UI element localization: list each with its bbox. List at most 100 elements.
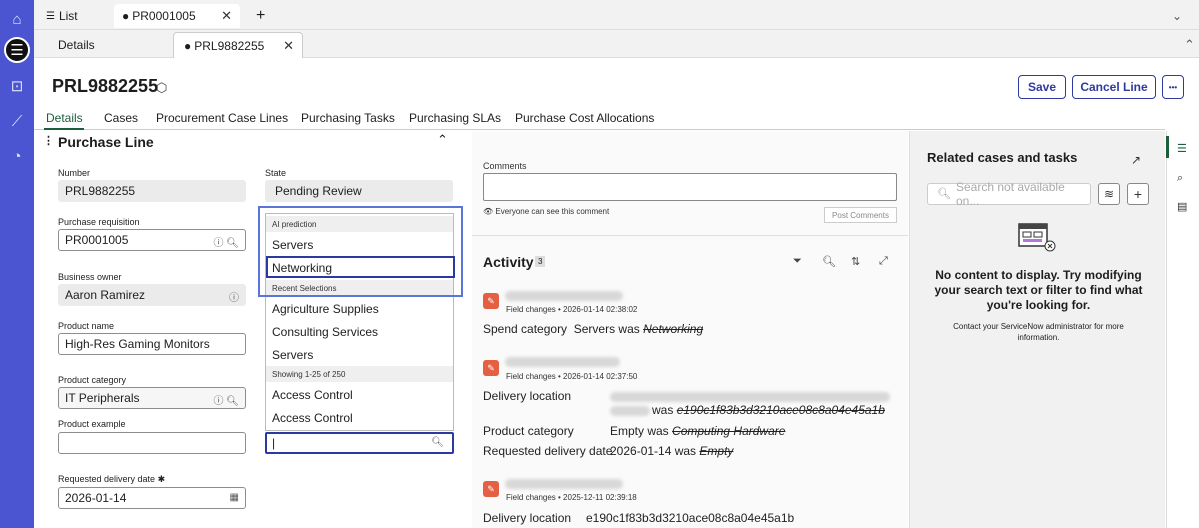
subtab-details[interactable]: Details	[48, 32, 105, 58]
tab-label: List	[58, 9, 78, 23]
old-value: Computing Hardware	[672, 424, 786, 438]
activity-change-line: was e190c1f83b3d3210ace08c8a04e45a1b	[652, 403, 885, 417]
activity-count-badge: 3	[535, 256, 546, 267]
related-search-input[interactable]: 🔍︎ Search not available on...	[927, 180, 1091, 208]
subtab-label: PRL9882255	[194, 38, 265, 53]
close-icon[interactable]: ✕	[221, 8, 232, 24]
redacted-user	[505, 291, 623, 301]
sliders-icon: ≋	[1103, 187, 1115, 201]
sort-icon[interactable]: ⇅	[851, 255, 860, 268]
dropdown-option-access-control-2[interactable]: Access Control	[272, 411, 353, 425]
tab-purchase-cost-allocations[interactable]: Purchase Cost Allocations	[515, 111, 654, 125]
record-tab-bar: Details ● PRL9882255 ✕ ⌃	[34, 30, 1199, 58]
tab-details[interactable]: Details	[46, 111, 83, 125]
requested-delivery-date-field[interactable]: 2026-01-14 ▦	[58, 487, 246, 509]
search-icon[interactable]: 🔍︎	[226, 238, 239, 249]
requested-delivery-date-value: 2026-01-14	[65, 491, 127, 505]
cancel-line-button[interactable]: Cancel Line	[1072, 75, 1156, 99]
visibility-note: 👁︎ Everyone can see this comment	[483, 207, 609, 216]
new-value: 2026-01-14 was	[610, 444, 697, 458]
info-icon[interactable]: ⓘ	[214, 396, 224, 407]
old-value: Networking	[643, 322, 704, 336]
section-title: Purchase Line	[58, 134, 154, 150]
activity-title: Activity	[483, 254, 534, 270]
filter-settings-button[interactable]: ≋	[1098, 183, 1120, 205]
redacted-value	[610, 392, 890, 402]
unsaved-dot-icon: ●	[122, 9, 130, 23]
contact-admin-message: Contact your ServiceNow administrator fo…	[953, 322, 1124, 342]
tab-list[interactable]: ☰ List	[38, 4, 114, 28]
list-icon: ☰	[46, 10, 55, 22]
tab-purchasing-slas[interactable]: Purchasing SLAs	[409, 111, 501, 125]
business-owner-label: Business owner	[58, 272, 122, 282]
product-name-field[interactable]: High-Res Gaming Monitors	[58, 333, 246, 355]
list-icon[interactable]: ☰	[1177, 142, 1187, 155]
collapse-section-icon[interactable]: ⌃	[437, 132, 448, 148]
business-owner-field: Aaron Ramirez ⓘ	[58, 284, 246, 306]
dropdown-search-input[interactable]: | 🔍︎	[265, 432, 454, 454]
business-owner-value: Aaron Ramirez	[65, 288, 146, 302]
save-button[interactable]: Save	[1018, 75, 1066, 99]
tab-pr0001005[interactable]: ● PR0001005 ✕	[114, 4, 240, 28]
new-value: Servers was	[573, 322, 640, 336]
state-value: Pending Review	[275, 184, 362, 198]
document-icon[interactable]: ▤	[1177, 200, 1187, 213]
open-external-icon[interactable]: ↗	[1131, 153, 1141, 167]
subtab-prl9882255[interactable]: ● PRL9882255 ✕	[173, 32, 303, 58]
list-icon[interactable]: ☰	[4, 37, 30, 63]
search-icon: 🔍︎	[937, 188, 951, 200]
drag-handle-icon[interactable]: ⋮	[43, 134, 54, 147]
attachment-icon[interactable]: ⌕	[1177, 172, 1183, 185]
no-content-message: No content to display. Try modifying you…	[934, 268, 1143, 312]
product-name-label: Product name	[58, 321, 115, 331]
tag-icon[interactable]: ⬡	[156, 80, 167, 96]
new-value: was	[652, 403, 674, 417]
required-mark: ✱	[157, 474, 166, 484]
info-icon[interactable]: ⓘ	[229, 293, 239, 304]
visibility-note-text: Everyone can see this comment	[495, 207, 610, 216]
pencil-icon: ✎	[483, 293, 499, 309]
calendar-icon[interactable]: ▦	[230, 492, 239, 503]
product-example-field[interactable]	[58, 432, 246, 454]
post-comments-button[interactable]: Post Comments	[824, 207, 897, 223]
divider	[472, 235, 908, 236]
filter-icon[interactable]: ⏷	[793, 255, 802, 268]
home-icon[interactable]: ⌂	[4, 6, 30, 32]
info-icon[interactable]: ⓘ	[214, 238, 224, 249]
comments-input[interactable]	[483, 173, 897, 201]
tab-purchasing-tasks[interactable]: Purchasing Tasks	[301, 111, 395, 125]
search-icon[interactable]: 🔍︎	[822, 255, 836, 268]
add-related-button[interactable]: +	[1127, 183, 1149, 205]
tab-procurement-case-lines[interactable]: Procurement Case Lines	[156, 111, 288, 125]
new-value: e190c1f83b3d3210ace08c8a04e45a1b	[586, 511, 795, 525]
product-category-field[interactable]: IT Peripherals ⓘ 🔍︎	[58, 387, 246, 409]
old-value: Empty	[699, 444, 734, 458]
state-field[interactable]: Pending Review	[265, 180, 453, 202]
comments-label: Comments	[483, 161, 527, 171]
activity-meta: Field changes • 2025-12-11 02:39:18	[506, 493, 637, 502]
add-tab-button[interactable]: +	[248, 4, 273, 28]
field-name: Product category	[483, 424, 574, 438]
inbox-icon[interactable]: ⊡	[4, 73, 30, 99]
dashboard-icon[interactable]: ◔	[4, 143, 30, 169]
dropdown-option-agriculture-supplies[interactable]: Agriculture Supplies	[272, 302, 379, 316]
state-label: State	[265, 168, 287, 178]
dropdown-option-access-control[interactable]: Access Control	[272, 388, 353, 402]
requested-delivery-date-label-text: Requested delivery date	[58, 474, 156, 484]
chart-icon[interactable]: ⟋	[4, 108, 30, 134]
showing-count-header: Showing 1-25 of 250	[266, 366, 453, 382]
chevron-down-icon[interactable]: ⌄	[1164, 4, 1190, 28]
purchase-requisition-label: Purchase requisition	[58, 217, 140, 227]
dropdown-option-servers-recent[interactable]: Servers	[272, 348, 313, 362]
purchase-requisition-field[interactable]: PR0001005 ⓘ 🔍︎	[58, 229, 246, 251]
activity-change-line: 2026-01-14 was Empty	[610, 444, 733, 458]
expand-icon[interactable]: ⤢	[879, 255, 888, 268]
search-icon[interactable]: 🔍︎	[226, 396, 239, 407]
close-icon[interactable]: ✕	[283, 38, 294, 54]
product-category-value: IT Peripherals	[65, 391, 140, 405]
active-tab-indicator	[44, 128, 84, 130]
tab-cases[interactable]: Cases	[104, 111, 138, 125]
collapse-icon[interactable]: ⌃	[1174, 32, 1199, 58]
more-actions-button[interactable]: •••	[1162, 75, 1184, 99]
dropdown-option-consulting-services[interactable]: Consulting Services	[272, 325, 378, 339]
